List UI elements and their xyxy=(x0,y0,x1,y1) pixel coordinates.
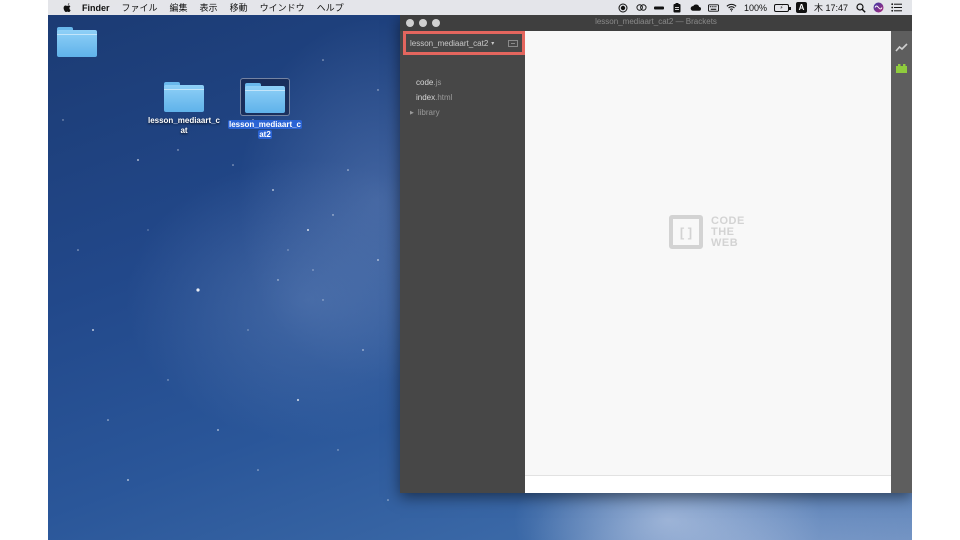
input-method-indicator[interactable]: A xyxy=(795,2,807,13)
folder-label[interactable]: lesson_mediaart_c at xyxy=(142,116,226,136)
editor-area[interactable]: [ ] CODE THE WEB xyxy=(525,31,891,493)
main-toolbar xyxy=(891,31,912,493)
creative-cloud-icon[interactable] xyxy=(636,2,647,13)
desktop: Finder ファイル 編集 表示 移動 ウインドウ ヘルプ 100% ⚡ A … xyxy=(48,0,912,540)
menu-edit[interactable]: 編集 xyxy=(170,1,188,14)
clipboard-icon[interactable] xyxy=(672,2,683,13)
menu-finder[interactable]: Finder xyxy=(82,3,110,13)
search-icon[interactable] xyxy=(855,2,866,13)
code-the-web-logo: [ ] CODE THE WEB xyxy=(669,215,745,249)
split-view-icon[interactable] xyxy=(508,39,518,47)
caret-down-icon[interactable]: ▾ xyxy=(491,40,494,47)
file-tree-item[interactable]: index .html xyxy=(400,90,525,105)
brackets-window: lesson_mediaart_cat2 — Brackets lesson_m… xyxy=(400,15,912,493)
menu-file[interactable]: ファイル xyxy=(122,1,158,14)
file-tree: code .js index .html ▶ library xyxy=(400,75,525,120)
control-list-icon[interactable] xyxy=(891,2,902,13)
battery-icon[interactable]: ⚡ xyxy=(773,3,791,12)
folder-label-selected[interactable]: lesson_mediaart_c at2 xyxy=(223,120,307,140)
status-area: 100% ⚡ A 木 17:47 xyxy=(618,1,912,14)
live-preview-icon[interactable] xyxy=(895,42,908,53)
folder-icon[interactable] xyxy=(245,83,285,113)
desktop-folder[interactable] xyxy=(57,27,97,57)
extension-manager-icon[interactable] xyxy=(895,63,908,74)
folder-icon[interactable] xyxy=(164,82,204,112)
project-dropdown[interactable]: lesson_mediaart_cat2 ▾ xyxy=(403,31,525,55)
menu-go[interactable]: 移動 xyxy=(230,1,248,14)
selected-folder-highlight[interactable] xyxy=(240,78,290,116)
keyboard-icon[interactable] xyxy=(707,2,719,13)
folder-icon[interactable] xyxy=(57,27,97,57)
menu-window[interactable]: ウインドウ xyxy=(260,1,305,14)
folder-arrow-icon[interactable]: ▶ xyxy=(410,110,414,116)
siri-icon[interactable] xyxy=(873,2,884,13)
desktop-folder-lesson-mediaart-cat[interactable]: lesson_mediaart_c at xyxy=(142,82,226,136)
file-tree-item[interactable]: code .js xyxy=(400,75,525,90)
file-tree-folder[interactable]: ▶ library xyxy=(400,105,525,120)
menu-bar: Finder ファイル 編集 表示 移動 ウインドウ ヘルプ 100% ⚡ A … xyxy=(48,0,912,15)
window-titlebar[interactable]: lesson_mediaart_cat2 — Brackets xyxy=(400,15,912,31)
screen: Finder ファイル 編集 表示 移動 ウインドウ ヘルプ 100% ⚡ A … xyxy=(0,0,960,540)
apple-icon[interactable] xyxy=(62,2,72,13)
minus-icon[interactable] xyxy=(654,2,665,13)
battery-percent: 100% xyxy=(743,2,767,13)
desktop-folder-lesson-mediaart-cat2[interactable]: lesson_mediaart_c at2 xyxy=(223,78,307,140)
status-bar xyxy=(525,476,891,493)
project-sidebar: lesson_mediaart_cat2 ▾ code .js index .htm… xyxy=(400,31,525,493)
record-icon[interactable] xyxy=(618,2,629,13)
brackets-logo-icon: [ ] xyxy=(669,215,703,249)
project-name[interactable]: lesson_mediaart_cat2 xyxy=(410,39,488,48)
window-title: lesson_mediaart_cat2 — Brackets xyxy=(595,17,717,26)
wifi-icon[interactable] xyxy=(726,2,737,13)
cloud-icon[interactable] xyxy=(690,2,701,13)
menu-view[interactable]: 表示 xyxy=(200,1,218,14)
menu-help[interactable]: ヘルプ xyxy=(317,1,344,14)
clock[interactable]: 木 17:47 xyxy=(814,1,848,14)
